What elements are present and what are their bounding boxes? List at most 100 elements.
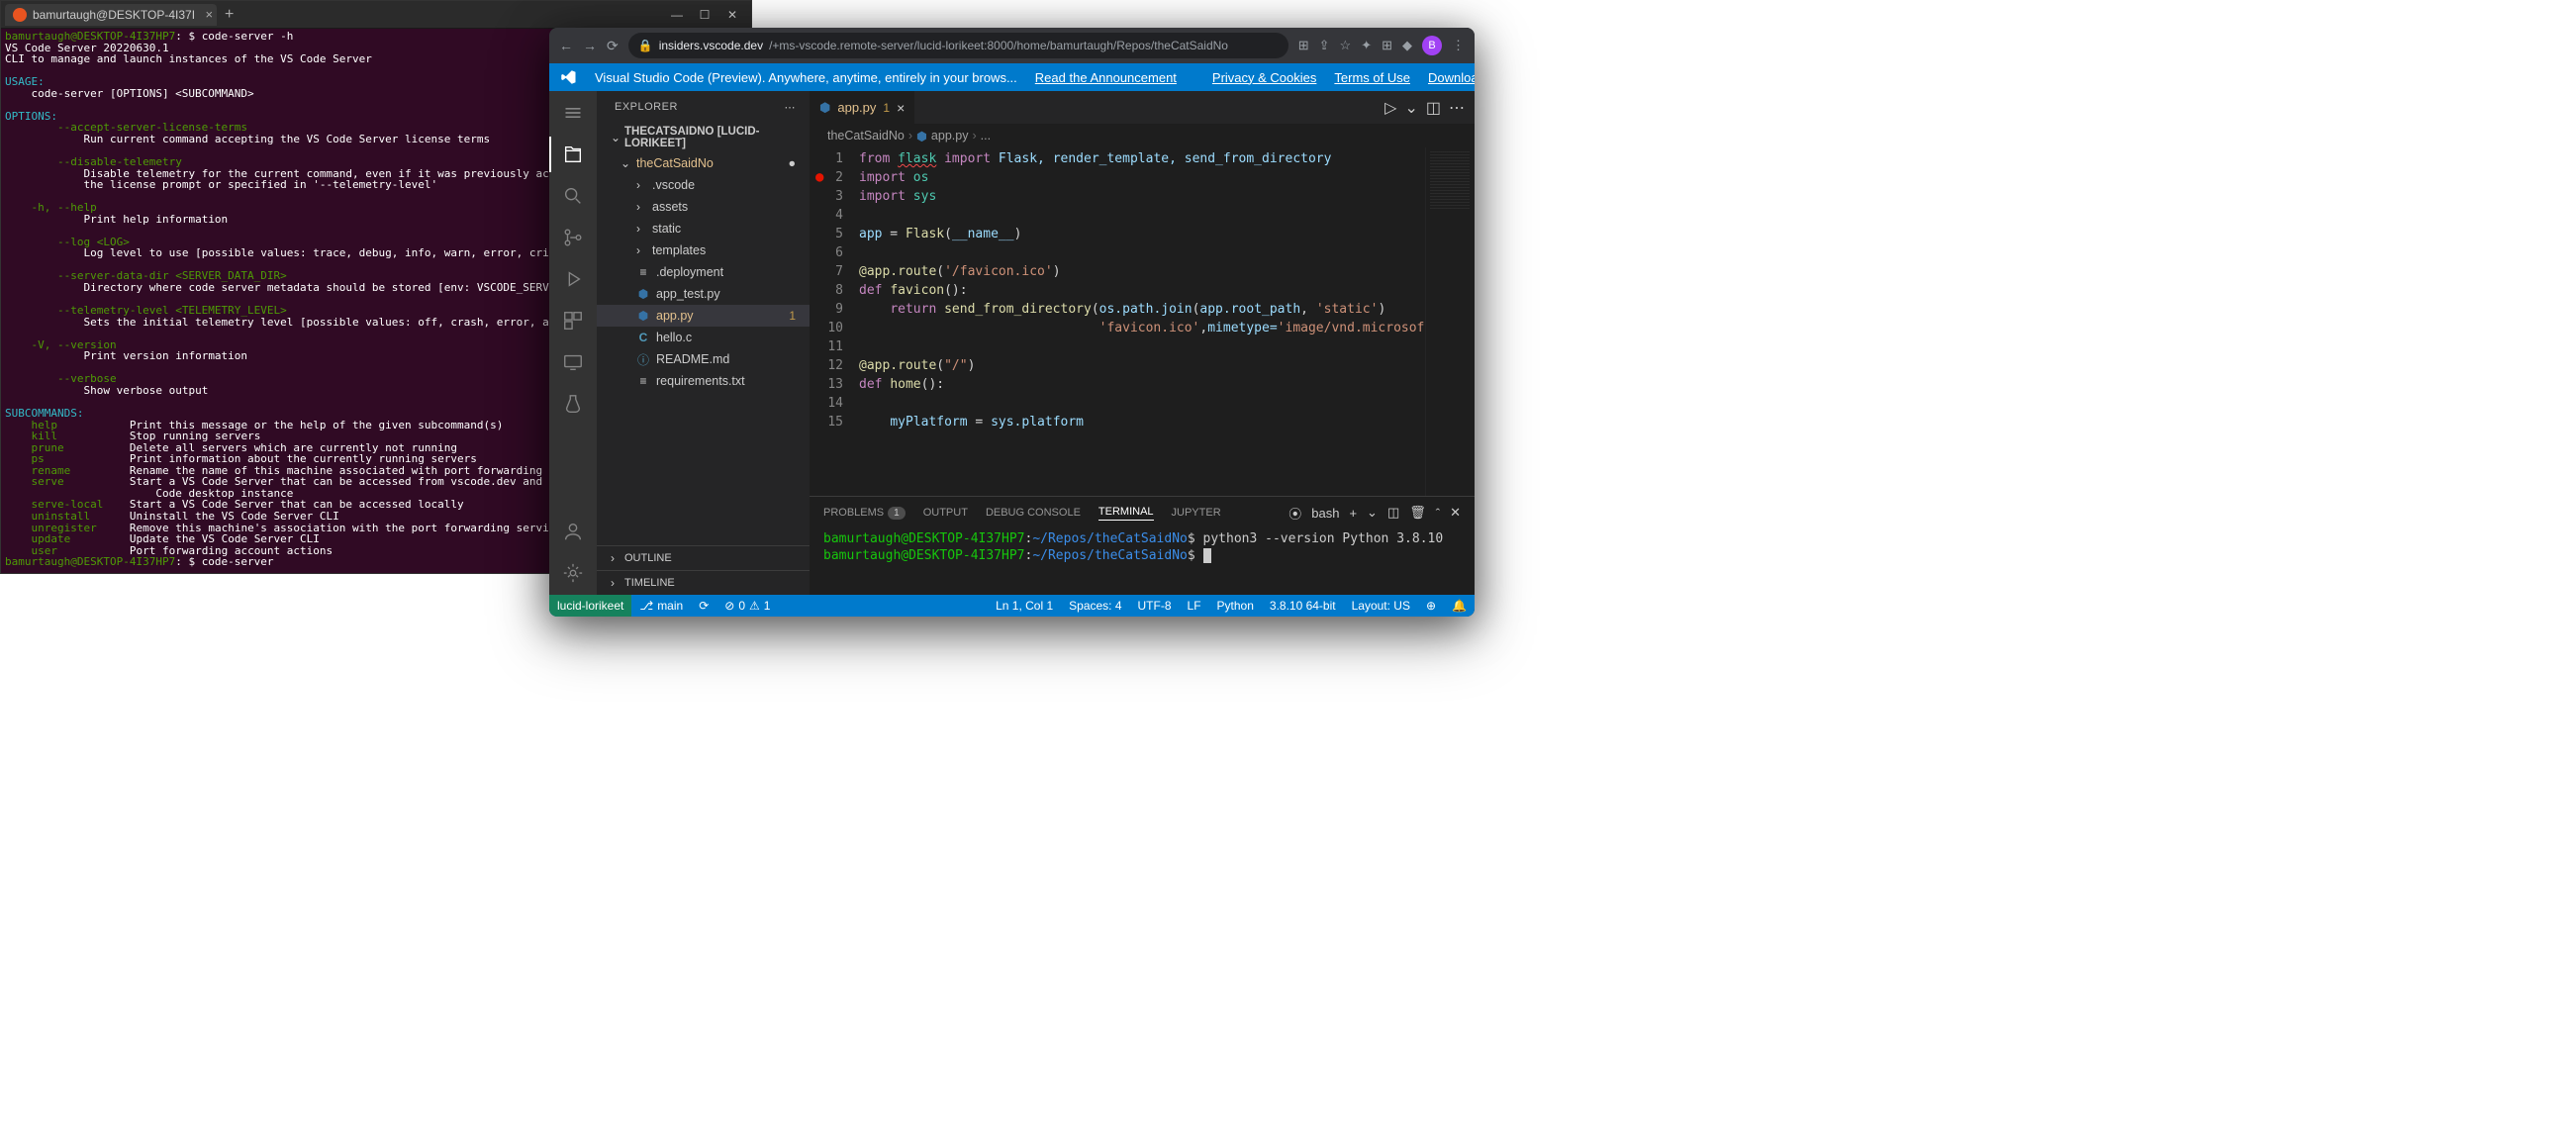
- breadcrumb[interactable]: theCatSaidNo› ⬢app.py› ...: [810, 124, 1475, 147]
- new-terminal-button[interactable]: +: [1349, 506, 1357, 521]
- workspace-folder[interactable]: ⌄ THECATSAIDNO [LUCID-LORIKEET]: [597, 123, 810, 152]
- python-interpreter[interactable]: 3.8.10 64-bit: [1262, 595, 1344, 617]
- tree-folder-templates[interactable]: ›templates: [597, 239, 810, 261]
- feedback-icon[interactable]: ⊕: [1418, 595, 1444, 617]
- tree-file-deployment[interactable]: ≡.deployment: [597, 261, 810, 283]
- file-icon: ≡: [636, 374, 650, 388]
- tree-file-hello[interactable]: Chello.c: [597, 327, 810, 348]
- back-icon[interactable]: ←: [559, 38, 573, 53]
- chevron-right-icon: ›: [636, 200, 646, 214]
- tab-terminal[interactable]: TERMINAL: [1098, 506, 1154, 521]
- extensions-icon[interactable]: [559, 307, 587, 335]
- split-editor-icon[interactable]: ◫: [1426, 98, 1441, 118]
- download-link[interactable]: Download VS Code: [1428, 70, 1475, 85]
- menu-icon[interactable]: [559, 99, 587, 127]
- run-icon[interactable]: ▷: [1384, 98, 1396, 118]
- language-status[interactable]: Python: [1209, 595, 1262, 617]
- code-editor[interactable]: 1●234 56789 101112131415 from flask impo…: [810, 147, 1475, 496]
- share-icon[interactable]: ⇪: [1319, 38, 1330, 53]
- puzzle-icon[interactable]: ⊞: [1382, 38, 1392, 53]
- bottom-panel: PROBLEMS1 OUTPUT DEBUG CONSOLE TERMINAL …: [810, 496, 1475, 595]
- more-icon[interactable]: ⋯: [785, 101, 797, 114]
- problems-status[interactable]: ⊘0 ⚠1: [716, 595, 778, 617]
- explorer-sidebar: EXPLORER ⋯ ⌄ THECATSAIDNO [LUCID-LORIKEE…: [597, 91, 810, 595]
- branch-status[interactable]: ⎇main: [631, 595, 691, 617]
- tab-label: app.py: [837, 100, 876, 115]
- source-control-icon[interactable]: [559, 224, 587, 251]
- encoding-status[interactable]: UTF-8: [1130, 595, 1180, 617]
- c-file-icon: C: [636, 331, 650, 344]
- chevron-down-icon[interactable]: ⌄: [1367, 505, 1378, 521]
- tab-jupyter[interactable]: JUPYTER: [1172, 507, 1221, 519]
- tab-output[interactable]: OUTPUT: [923, 507, 968, 519]
- tab-app-py[interactable]: ⬢ app.py 1 ×: [810, 91, 915, 124]
- reload-icon[interactable]: ⟳: [607, 38, 619, 54]
- code-content[interactable]: from flask import Flask, render_template…: [859, 147, 1425, 496]
- terminal-tab[interactable]: bamurtaugh@DESKTOP-4I37I ×: [5, 4, 217, 26]
- minimap[interactable]: [1425, 147, 1475, 496]
- debug-icon[interactable]: [559, 265, 587, 293]
- tree-file-requirements[interactable]: ≡requirements.txt: [597, 370, 810, 392]
- tree-file-readme[interactable]: ⓘREADME.md: [597, 348, 810, 370]
- install-icon[interactable]: ⊞: [1298, 38, 1309, 53]
- cursor-position[interactable]: Ln 1, Col 1: [988, 595, 1061, 617]
- favorite-icon[interactable]: ☆: [1340, 38, 1352, 53]
- accounts-icon[interactable]: [559, 518, 587, 545]
- read-announcement-link[interactable]: Read the Announcement: [1035, 70, 1177, 85]
- tree-folder-assets[interactable]: ›assets: [597, 196, 810, 218]
- close-button[interactable]: ✕: [725, 8, 739, 22]
- menu-icon[interactable]: ⋮: [1452, 38, 1465, 53]
- indentation-status[interactable]: Spaces: 4: [1061, 595, 1129, 617]
- tree-folder-static[interactable]: ›static: [597, 218, 810, 239]
- tree-folder-vscode[interactable]: ›.vscode: [597, 174, 810, 196]
- terms-link[interactable]: Terms of Use: [1334, 70, 1410, 85]
- sync-status[interactable]: ⟳: [691, 595, 716, 617]
- close-icon[interactable]: ×: [205, 7, 213, 22]
- tree-root[interactable]: ⌄ theCatSaidNo ●: [597, 152, 810, 174]
- modified-badge: 1: [883, 101, 890, 115]
- tree-file-apptest[interactable]: ⬢app_test.py: [597, 283, 810, 305]
- testing-icon[interactable]: [559, 390, 587, 418]
- more-icon[interactable]: ⋯: [1449, 98, 1465, 118]
- workspace-name: THECATSAIDNO [LUCID-LORIKEET]: [624, 126, 802, 149]
- tab-problems[interactable]: PROBLEMS1: [823, 507, 906, 519]
- extension2-icon[interactable]: ◆: [1402, 38, 1412, 53]
- close-icon[interactable]: ✕: [1450, 505, 1461, 521]
- remote-explorer-icon[interactable]: [559, 348, 587, 376]
- outline-section[interactable]: ›OUTLINE: [597, 545, 810, 570]
- branch-icon: ⎇: [639, 599, 653, 613]
- chevron-down-icon[interactable]: ⌄: [1404, 98, 1417, 118]
- integrated-terminal[interactable]: bamurtaugh@DESKTOP-4I37HP7:~/Repos/theCa…: [810, 528, 1475, 595]
- address-bar[interactable]: 🔒 insiders.vscode.dev/+ms-vscode.remote-…: [628, 33, 1288, 58]
- avatar[interactable]: B: [1422, 36, 1442, 55]
- forward-icon[interactable]: →: [583, 38, 597, 53]
- minimize-button[interactable]: —: [670, 8, 684, 22]
- trash-icon[interactable]: 🗑: [1409, 505, 1426, 521]
- tab-debug-console[interactable]: DEBUG CONSOLE: [986, 507, 1081, 519]
- url-path: /+ms-vscode.remote-server/lucid-lorikeet…: [769, 39, 1228, 52]
- search-icon[interactable]: [559, 182, 587, 210]
- chevron-right-icon: ›: [636, 222, 646, 236]
- bell-icon[interactable]: 🔔: [1444, 595, 1475, 617]
- terminal-titlebar: bamurtaugh@DESKTOP-4I37I × + — ☐ ✕: [1, 1, 751, 29]
- new-tab-button[interactable]: +: [217, 6, 241, 24]
- privacy-link[interactable]: Privacy & Cookies: [1212, 70, 1316, 85]
- lock-icon: 🔒: [638, 39, 653, 52]
- line-gutter: 1●234 56789 101112131415: [810, 147, 859, 496]
- close-icon[interactable]: ×: [897, 100, 905, 116]
- eol-status[interactable]: LF: [1180, 595, 1209, 617]
- split-terminal-icon[interactable]: ◫: [1387, 505, 1399, 521]
- tree-file-app[interactable]: ⬢app.py1: [597, 305, 810, 327]
- python-icon: ⬢: [819, 100, 830, 116]
- shell-name[interactable]: bash: [1311, 506, 1339, 521]
- maximize-button[interactable]: ☐: [698, 8, 712, 22]
- keyboard-layout[interactable]: Layout: US: [1344, 595, 1418, 617]
- extension-icon[interactable]: ✦: [1361, 38, 1372, 53]
- modified-badge: 1: [789, 309, 802, 323]
- timeline-section[interactable]: ›TIMELINE: [597, 570, 810, 595]
- remote-status[interactable]: lucid-lorikeet: [549, 595, 631, 617]
- error-icon: ⊘: [724, 599, 734, 613]
- chevron-up-icon[interactable]: ˆ: [1436, 506, 1440, 521]
- gear-icon[interactable]: [559, 559, 587, 587]
- explorer-icon[interactable]: [559, 141, 587, 168]
